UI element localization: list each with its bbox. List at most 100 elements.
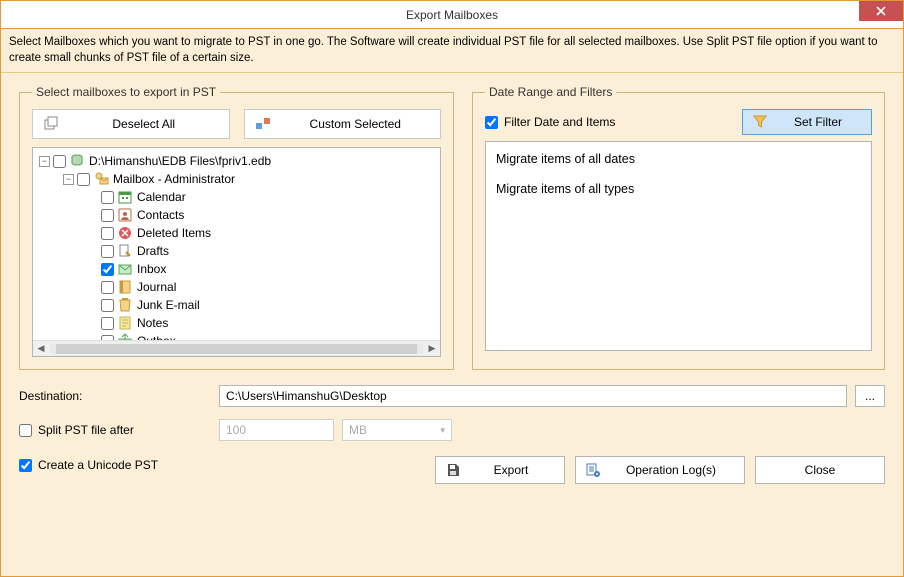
date-range-filters-panel: Date Range and Filters Filter Date and I… — [472, 85, 885, 370]
mailbox-icon — [93, 171, 109, 187]
unicode-and-actions-row: Create a Unicode PST Export Operation Lo… — [19, 452, 885, 484]
filter-icon — [753, 115, 767, 129]
tree-item-label: Contacts — [136, 208, 184, 222]
operation-logs-label: Operation Log(s) — [608, 463, 734, 477]
tree-checkbox[interactable] — [101, 191, 114, 204]
tree-checkbox[interactable] — [101, 227, 114, 240]
expand-toggle[interactable]: − — [39, 156, 50, 167]
tree-checkbox[interactable] — [101, 245, 114, 258]
notes-icon — [117, 315, 133, 331]
tree-item-row[interactable]: Drafts — [35, 242, 438, 260]
tree-item-row[interactable]: Deleted Items — [35, 224, 438, 242]
tree-item-row[interactable]: Calendar — [35, 188, 438, 206]
deselect-all-label: Deselect All — [69, 117, 219, 131]
close-icon — [876, 6, 886, 16]
unicode-pst-label: Create a Unicode PST — [38, 458, 158, 472]
contacts-icon — [117, 207, 133, 223]
mailbox-tree: − D:\Himanshu\EDB Files\fpriv1.edb − — [32, 147, 441, 357]
tree-item-row[interactable]: Journal — [35, 278, 438, 296]
deleted-icon — [117, 225, 133, 241]
filter-toggle-row: Filter Date and Items Set Filter — [485, 109, 872, 135]
deselect-all-button[interactable]: Deselect All — [32, 109, 230, 139]
close-label: Close — [766, 463, 874, 477]
browse-label: ... — [865, 389, 875, 403]
tree-root-label: D:\Himanshu\EDB Files\fpriv1.edb — [88, 154, 271, 168]
custom-selected-button[interactable]: Custom Selected — [244, 109, 442, 139]
tree-item-label: Notes — [136, 316, 168, 330]
scroll-left-arrow[interactable]: ◀ — [33, 341, 49, 357]
filter-date-items-label: Filter Date and Items — [504, 115, 615, 129]
tree-item-row[interactable]: Inbox — [35, 260, 438, 278]
operation-logs-button[interactable]: Operation Log(s) — [575, 456, 745, 484]
logs-icon — [586, 463, 600, 477]
select-mailboxes-panel: Select mailboxes to export in PST Desele… — [19, 85, 454, 370]
filter-date-items-checkbox[interactable] — [485, 116, 498, 129]
tree-checkbox[interactable] — [101, 263, 114, 276]
database-icon — [69, 153, 85, 169]
tree-root-row[interactable]: − D:\Himanshu\EDB Files\fpriv1.edb — [35, 152, 438, 170]
titlebar: Export Mailboxes — [1, 1, 903, 29]
scroll-thumb[interactable] — [56, 344, 417, 354]
tree-item-row[interactable]: Junk E-mail — [35, 296, 438, 314]
filter-summary-box: Migrate items of all dates Migrate items… — [485, 141, 872, 351]
window-title: Export Mailboxes — [1, 8, 903, 22]
mailbox-toolbar: Deselect All Custom Selected — [32, 109, 441, 139]
inbox-icon — [117, 261, 133, 277]
journal-icon — [117, 279, 133, 295]
tree-mailbox-label: Mailbox - Administrator — [112, 172, 235, 186]
tree-item-label: Calendar — [136, 190, 186, 204]
outbox-icon — [117, 333, 133, 340]
tree-item-label: Junk E-mail — [136, 298, 200, 312]
tree-mailbox-row[interactable]: − Mailbox - Administrator — [35, 170, 438, 188]
split-size-input[interactable] — [219, 419, 334, 441]
tree-item-label: Inbox — [136, 262, 166, 276]
export-label: Export — [468, 463, 554, 477]
tree-item-label: Outbox — [136, 334, 176, 340]
split-pst-checkbox[interactable] — [19, 424, 32, 437]
tree-item-row[interactable]: Outbox — [35, 332, 438, 340]
set-filter-label: Set Filter — [775, 115, 861, 129]
split-unit-value: MB — [349, 423, 367, 437]
top-panels-row: Select mailboxes to export in PST Desele… — [19, 85, 885, 370]
destination-label: Destination: — [19, 389, 219, 403]
tree-checkbox[interactable] — [53, 155, 66, 168]
tree-item-label: Deleted Items — [136, 226, 211, 240]
tree-checkbox[interactable] — [101, 209, 114, 222]
tree-checkbox[interactable] — [77, 173, 90, 186]
tree-checkbox[interactable] — [101, 317, 114, 330]
custom-selected-label: Custom Selected — [281, 117, 431, 131]
tree-item-row[interactable]: Contacts — [35, 206, 438, 224]
tree-horizontal-scrollbar[interactable]: ◀ ▶ — [33, 340, 440, 356]
split-pst-row: Split PST file after MB — [19, 418, 885, 442]
scroll-right-arrow[interactable]: ▶ — [424, 341, 440, 357]
destination-input[interactable] — [219, 385, 847, 407]
destination-row: Destination: ... — [19, 384, 885, 408]
export-mailboxes-window: Export Mailboxes Select Mailboxes which … — [0, 0, 904, 577]
date-range-legend: Date Range and Filters — [485, 85, 616, 99]
custom-selected-icon — [255, 116, 271, 132]
export-button[interactable]: Export — [435, 456, 565, 484]
tree-checkbox[interactable] — [101, 299, 114, 312]
browse-destination-button[interactable]: ... — [855, 385, 885, 407]
calendar-icon — [117, 189, 133, 205]
filter-summary-line1: Migrate items of all dates — [496, 152, 861, 166]
tree-checkbox[interactable] — [101, 281, 114, 294]
expand-toggle[interactable]: − — [63, 174, 74, 185]
split-unit-dropdown[interactable]: MB — [342, 419, 452, 441]
unicode-pst-checkbox[interactable] — [19, 459, 32, 472]
scroll-track[interactable] — [50, 344, 423, 354]
instructions-text: Select Mailboxes which you want to migra… — [1, 29, 903, 73]
drafts-icon — [117, 243, 133, 259]
set-filter-button[interactable]: Set Filter — [742, 109, 872, 135]
junk-icon — [117, 297, 133, 313]
mailbox-tree-scroll[interactable]: − D:\Himanshu\EDB Files\fpriv1.edb − — [33, 148, 440, 340]
tree-item-row[interactable]: Notes — [35, 314, 438, 332]
select-mailboxes-legend: Select mailboxes to export in PST — [32, 85, 220, 99]
save-icon — [446, 463, 460, 477]
deselect-all-icon — [43, 116, 59, 132]
tree-checkbox[interactable] — [101, 335, 114, 341]
tree-item-label: Drafts — [136, 244, 169, 258]
close-window-button[interactable] — [859, 1, 903, 21]
close-button[interactable]: Close — [755, 456, 885, 484]
filter-summary-line2: Migrate items of all types — [496, 182, 861, 196]
